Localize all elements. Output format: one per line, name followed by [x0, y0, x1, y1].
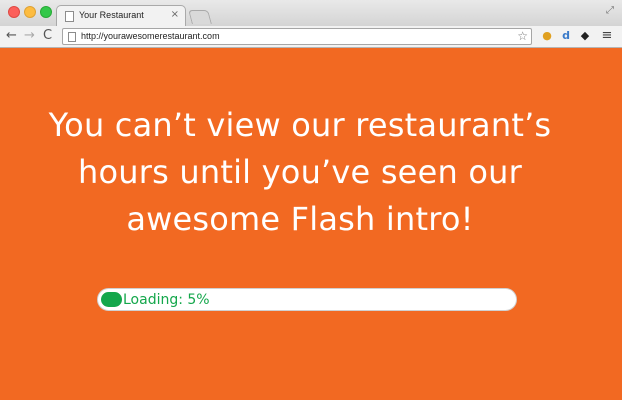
- back-button[interactable]: ←: [6, 28, 17, 44]
- close-window-button[interactable]: [8, 6, 20, 18]
- browser-toolbar: ← → C http://yourawesomerestaurant.com ☆…: [0, 26, 622, 48]
- zoom-window-button[interactable]: [40, 6, 52, 18]
- layers-extension-icon[interactable]: ◆: [578, 29, 592, 43]
- reload-button[interactable]: C: [43, 28, 52, 44]
- tab-close-icon[interactable]: ×: [171, 9, 179, 21]
- page-viewport: You can’t view our restaurant’s hours un…: [0, 48, 622, 400]
- d-extension-icon[interactable]: d: [559, 29, 573, 43]
- new-tab-button[interactable]: [188, 10, 212, 24]
- progress-label: Loading: 5%: [123, 292, 210, 308]
- progress-fill: [101, 292, 122, 307]
- browser-titlebar: Your Restaurant × ⤢: [0, 0, 622, 27]
- cat-extension-icon[interactable]: ●: [540, 29, 554, 43]
- fullscreen-icon[interactable]: ⤢: [606, 5, 614, 16]
- page-icon: [68, 32, 76, 42]
- page-headline: You can’t view our restaurant’s hours un…: [48, 106, 552, 238]
- loading-progress-bar: Loading: 5%: [97, 288, 517, 311]
- url-text[interactable]: http://yourawesomerestaurant.com: [81, 31, 220, 41]
- minimize-window-button[interactable]: [24, 6, 36, 18]
- tab-title: Your Restaurant: [79, 10, 144, 20]
- forward-button[interactable]: →: [24, 28, 35, 44]
- bookmark-star-icon[interactable]: ☆: [517, 29, 528, 44]
- menu-icon[interactable]: ≡: [600, 29, 614, 43]
- address-bar[interactable]: http://yourawesomerestaurant.com ☆: [62, 28, 532, 45]
- browser-tab[interactable]: Your Restaurant ×: [56, 5, 186, 27]
- page-icon: [65, 11, 74, 22]
